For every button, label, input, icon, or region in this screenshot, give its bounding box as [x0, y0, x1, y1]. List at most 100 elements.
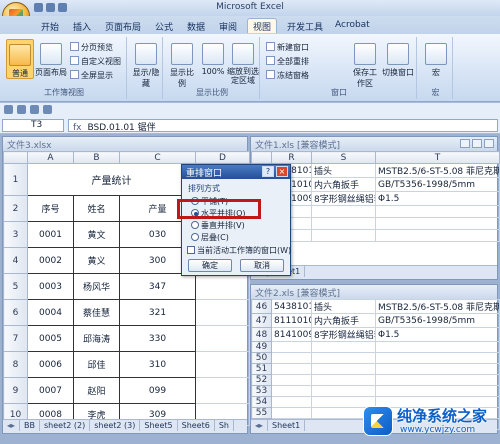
cell[interactable]: 81110105 — [271, 313, 312, 328]
cell[interactable] — [195, 351, 250, 378]
sheet-nav-arrows[interactable]: ◂▸ — [3, 420, 21, 431]
undo-icon[interactable] — [46, 3, 55, 12]
cell[interactable]: 347 — [119, 273, 196, 300]
cell[interactable]: 321 — [119, 299, 196, 326]
arrange-all-button[interactable]: 全部重排 — [266, 56, 309, 67]
cell[interactable]: 81410090 — [271, 327, 312, 342]
row-header[interactable]: 48 — [251, 327, 272, 342]
macros-button[interactable]: 宏 — [422, 43, 450, 78]
sheet-nav-arrows[interactable]: ◂▸ — [251, 420, 269, 431]
cell[interactable]: 0006 — [27, 351, 74, 378]
cell[interactable] — [375, 374, 500, 386]
cell[interactable]: 插头 — [311, 163, 376, 178]
cell[interactable]: 黄文 — [73, 221, 120, 248]
corner-cell[interactable] — [3, 151, 28, 164]
freeze-panes-button[interactable]: 冻结窗格 — [266, 70, 309, 81]
option-vertical[interactable]: 垂直并排(V) — [191, 220, 245, 231]
cell[interactable] — [195, 299, 250, 326]
cell[interactable]: 330 — [119, 325, 196, 352]
sheet-tab[interactable]: BB — [20, 420, 41, 431]
cell[interactable] — [375, 363, 500, 375]
cell[interactable] — [311, 374, 376, 386]
cell[interactable] — [271, 341, 312, 353]
row-header[interactable]: 8 — [3, 351, 28, 378]
row-header[interactable]: 53 — [251, 385, 272, 397]
sheet-tab[interactable]: sheet2 (3) — [90, 420, 141, 431]
tab-insert[interactable]: 插入 — [68, 19, 96, 34]
column-header[interactable]: T — [375, 151, 500, 164]
cell[interactable] — [375, 205, 500, 218]
cell[interactable]: 内六角扳手 — [311, 177, 376, 192]
cell[interactable] — [375, 352, 500, 364]
tab-acrobat[interactable]: Acrobat — [330, 19, 375, 34]
cell[interactable] — [375, 385, 500, 397]
tab-page-layout[interactable]: 页面布局 — [100, 19, 146, 34]
cell[interactable] — [195, 377, 250, 404]
ok-button[interactable]: 确定 — [188, 259, 232, 272]
full-screen-button[interactable]: 全屏显示 — [70, 70, 113, 81]
sheet-title-cell[interactable]: 产量统计 — [27, 163, 196, 196]
cell[interactable]: GB/T5356-1998/5mm — [375, 177, 500, 192]
active-workbook-checkbox[interactable]: 当前活动工作簿的窗口(W) — [187, 245, 291, 256]
name-box[interactable]: T3 — [2, 119, 64, 132]
custom-views-button[interactable]: 自定义视图 — [70, 56, 121, 67]
cell[interactable] — [271, 374, 312, 386]
minimize-icon[interactable] — [460, 139, 470, 148]
cell[interactable]: 内六角扳手 — [311, 313, 376, 328]
cell[interactable] — [311, 352, 376, 364]
cell[interactable] — [375, 217, 500, 230]
row-header[interactable]: 52 — [251, 374, 272, 386]
sheet-tab[interactable]: Sheet5 — [140, 420, 178, 431]
row-header[interactable]: 51 — [251, 363, 272, 375]
cell[interactable] — [375, 229, 500, 242]
cell[interactable] — [311, 229, 376, 242]
show-hide-button[interactable]: 显示/隐藏 — [132, 43, 160, 89]
sheet-tab[interactable]: sheet2 (2) — [40, 420, 91, 431]
cell[interactable]: 邱海涛 — [73, 325, 120, 352]
redo-icon[interactable] — [58, 3, 67, 12]
cell[interactable] — [195, 273, 250, 300]
cell[interactable]: 8字形钢丝绳铝套 — [311, 191, 376, 206]
zoom-to-selection-button[interactable]: 缩放到选定区域 — [227, 43, 259, 85]
radio-icon[interactable] — [191, 233, 199, 241]
save-icon[interactable] — [4, 105, 13, 114]
row-header[interactable]: 2 — [3, 195, 28, 222]
row-header[interactable]: 1 — [3, 163, 28, 196]
cell[interactable] — [311, 205, 376, 218]
save-icon[interactable] — [34, 3, 43, 12]
corner-cell[interactable] — [251, 151, 272, 164]
cancel-button[interactable]: 取消 — [240, 259, 284, 272]
cell[interactable]: MSTB2.5/6-ST-5.08 菲尼克斯 — [375, 299, 500, 314]
row-header[interactable]: 55 — [251, 407, 272, 419]
cell[interactable]: 蔡佳慧 — [73, 299, 120, 326]
column-header[interactable]: D — [195, 151, 250, 164]
cell[interactable] — [271, 352, 312, 364]
cell[interactable]: 插头 — [311, 299, 376, 314]
cell[interactable] — [311, 217, 376, 230]
row-header[interactable]: 46 — [251, 299, 272, 314]
tab-developer[interactable]: 开发工具 — [282, 19, 328, 34]
cell[interactable]: 杨风华 — [73, 273, 120, 300]
radio-icon[interactable] — [191, 221, 199, 229]
page-layout-view-button[interactable]: 页面布局 — [34, 43, 68, 78]
sheet-tab[interactable]: Sheet1 — [268, 420, 306, 431]
row-header[interactable]: 5 — [3, 273, 28, 300]
column-header[interactable]: B — [73, 151, 120, 164]
cell[interactable]: 0002 — [27, 247, 74, 274]
formula-input[interactable]: fx BSD.01.01 锯伴 — [68, 119, 498, 133]
redo-icon[interactable] — [30, 105, 39, 114]
tab-formulas[interactable]: 公式 — [150, 19, 178, 34]
tab-view[interactable]: 视图 — [247, 18, 278, 33]
row-header[interactable]: 3 — [3, 221, 28, 248]
cell[interactable] — [311, 363, 376, 375]
cell[interactable]: MSTB2.5/6-ST-5.08 菲尼克斯 — [375, 163, 500, 178]
cell[interactable]: 赵阳 — [73, 377, 120, 404]
cell[interactable]: 邱佳 — [73, 351, 120, 378]
column-header[interactable]: R — [271, 151, 312, 164]
cell[interactable]: Φ1.5 — [375, 191, 500, 206]
cell[interactable] — [271, 396, 312, 408]
cell[interactable]: 0007 — [27, 377, 74, 404]
close-icon[interactable]: × — [276, 166, 288, 177]
column-header[interactable]: A — [27, 151, 74, 164]
cell[interactable]: Φ1.5 — [375, 327, 500, 342]
